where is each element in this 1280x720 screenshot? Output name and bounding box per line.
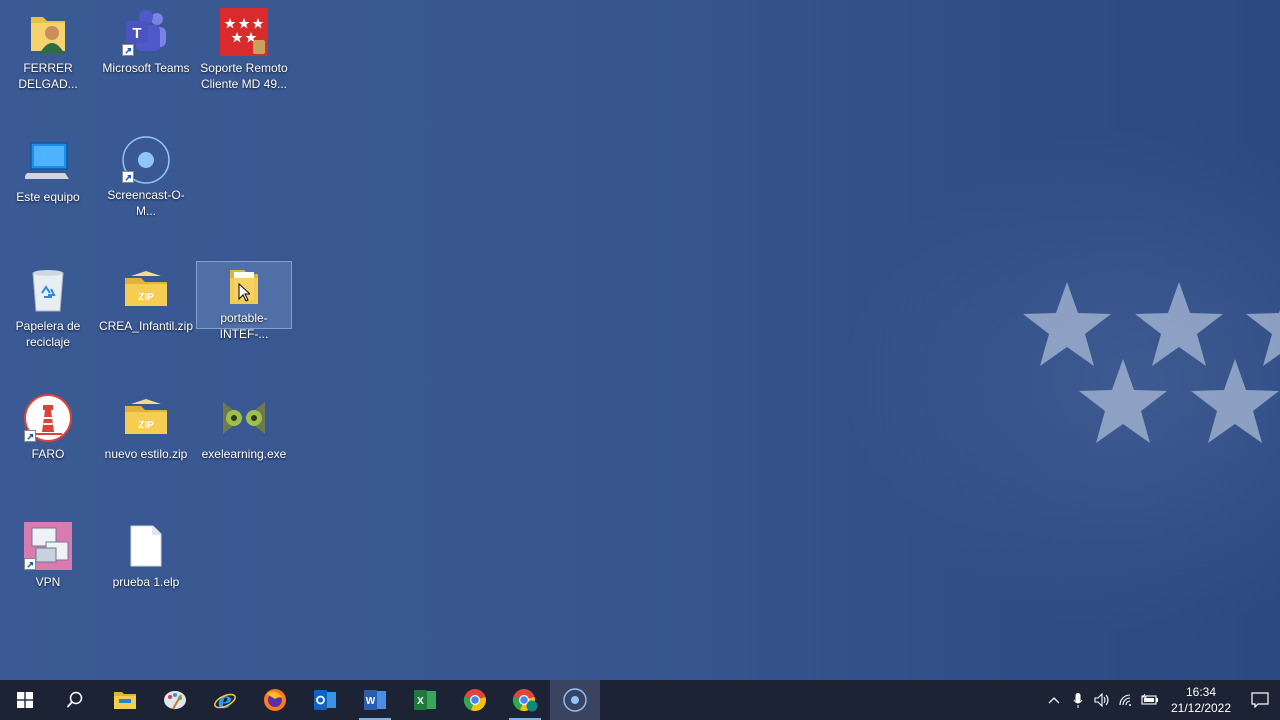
wifi-icon[interactable] (1114, 680, 1138, 720)
icon-label: VPN (35, 575, 61, 589)
firefox-button[interactable] (250, 680, 300, 720)
desktop-icon-teams[interactable]: T Microsoft Teams (98, 2, 194, 82)
system-tray: 16:34 21/12/2022 (1042, 680, 1280, 720)
screencast-icon (120, 135, 172, 185)
notification-icon (1251, 692, 1269, 708)
desktop-icon-vpn[interactable]: VPN (0, 516, 96, 596)
shortcut-arrow-icon (122, 44, 134, 56)
desktop-icon-faro[interactable]: FARO (0, 388, 96, 468)
file-explorer-button[interactable] (100, 680, 150, 720)
chrome-profile-button[interactable] (500, 680, 550, 720)
desktop-icon-papelera[interactable]: Papelera de reciclaje (0, 260, 96, 355)
microphone-icon[interactable] (1066, 680, 1090, 720)
desktop-icon-exelearning[interactable]: exelearning.exe (196, 388, 292, 468)
icon-label: Papelera de reciclaje (15, 319, 81, 349)
chevron-up-icon[interactable] (1042, 680, 1066, 720)
document-icon (120, 520, 172, 572)
outlook-icon (314, 690, 336, 710)
desktop-icon-soporte-remoto[interactable]: Soporte Remoto Cliente MD 49... (196, 2, 292, 97)
icon-label: nuevo estilo.zip (104, 447, 188, 461)
icon-label: Soporte Remoto Cliente MD 49... (200, 61, 288, 91)
icon-label: CREA_Infantil.zip (98, 319, 194, 333)
folder-icon (114, 692, 136, 709)
icon-label: FARO (31, 447, 65, 461)
windows-icon (17, 692, 33, 708)
madrid-flag-icon (218, 6, 270, 58)
icon-label: Screencast-O-M... (107, 188, 185, 218)
icon-label: FERRER DELGAD... (18, 61, 78, 91)
paint-button[interactable] (150, 680, 200, 720)
screencast-icon (563, 688, 587, 712)
exelearning-icon (218, 392, 270, 444)
search-button[interactable] (50, 680, 100, 720)
word-icon: W (364, 690, 386, 710)
word-button[interactable]: W (350, 680, 400, 720)
taskbar-clock[interactable]: 16:34 21/12/2022 (1166, 684, 1236, 716)
mouse-cursor-icon (238, 283, 250, 302)
desktop: FERRER DELGAD... T Microsoft Teams Sopor… (0, 0, 1280, 680)
desktop-icon-nuevo-estilo[interactable]: ZIP nuevo estilo.zip (98, 388, 194, 468)
lighthouse-icon (22, 392, 74, 444)
icon-label: prueba 1.elp (112, 575, 180, 589)
desktop-icon-screencast[interactable]: Screencast-O-M... (98, 131, 194, 218)
desktop-icon-crea-infantil[interactable]: ZIP CREA_Infantil.zip (98, 260, 194, 340)
outlook-button[interactable] (300, 680, 350, 720)
notification-center-button[interactable] (1240, 680, 1280, 720)
taskbar: e W X 16:34 21/12/2022 (0, 680, 1280, 720)
user-folder-icon (22, 6, 74, 58)
svg-text:e: e (218, 688, 232, 712)
svg-text:T: T (132, 25, 141, 42)
teams-icon: T (120, 6, 172, 58)
zip-folder-icon: ZIP (120, 392, 172, 444)
clock-date: 21/12/2022 (1170, 701, 1232, 715)
svg-text:X: X (417, 696, 424, 707)
desktop-icon-este-equipo[interactable]: Este equipo (0, 131, 96, 211)
search-icon (66, 691, 83, 708)
desktop-icon-ferrer[interactable]: FERRER DELGAD... (0, 2, 96, 97)
battery-icon[interactable] (1138, 680, 1162, 720)
screencast-button[interactable] (550, 680, 600, 720)
volume-icon[interactable] (1090, 680, 1114, 720)
excel-button[interactable]: X (400, 680, 450, 720)
icon-label: Microsoft Teams (102, 61, 190, 75)
computer-icon (22, 135, 74, 187)
chrome-profile-icon (512, 689, 538, 712)
firefox-icon (264, 689, 286, 711)
chrome-icon (463, 689, 486, 712)
svg-text:ZIP: ZIP (138, 420, 154, 431)
svg-text:W: W (366, 696, 376, 707)
shortcut-arrow-icon (122, 171, 134, 183)
svg-text:ZIP: ZIP (138, 292, 154, 303)
zip-folder-icon: ZIP (120, 264, 172, 316)
clock-time: 16:34 (1185, 685, 1217, 699)
icon-label: Este equipo (16, 190, 80, 204)
chrome-button[interactable] (450, 680, 500, 720)
shortcut-arrow-icon (24, 558, 36, 570)
icon-label: exelearning.exe (201, 447, 287, 461)
shortcut-arrow-icon (24, 430, 36, 442)
paint-icon (164, 691, 186, 710)
desktop-icon-prueba-elp[interactable]: prueba 1.elp (98, 516, 194, 596)
start-button[interactable] (0, 680, 50, 720)
internet-explorer-button[interactable]: e (200, 680, 250, 720)
excel-icon: X (414, 690, 436, 710)
madrid-stars-wallpaper (1023, 282, 1280, 443)
recycle-bin-icon (22, 264, 74, 316)
vpn-icon (22, 520, 74, 572)
internet-explorer-icon: e (214, 688, 236, 712)
icon-label: portable-INTEF-... (219, 311, 269, 341)
